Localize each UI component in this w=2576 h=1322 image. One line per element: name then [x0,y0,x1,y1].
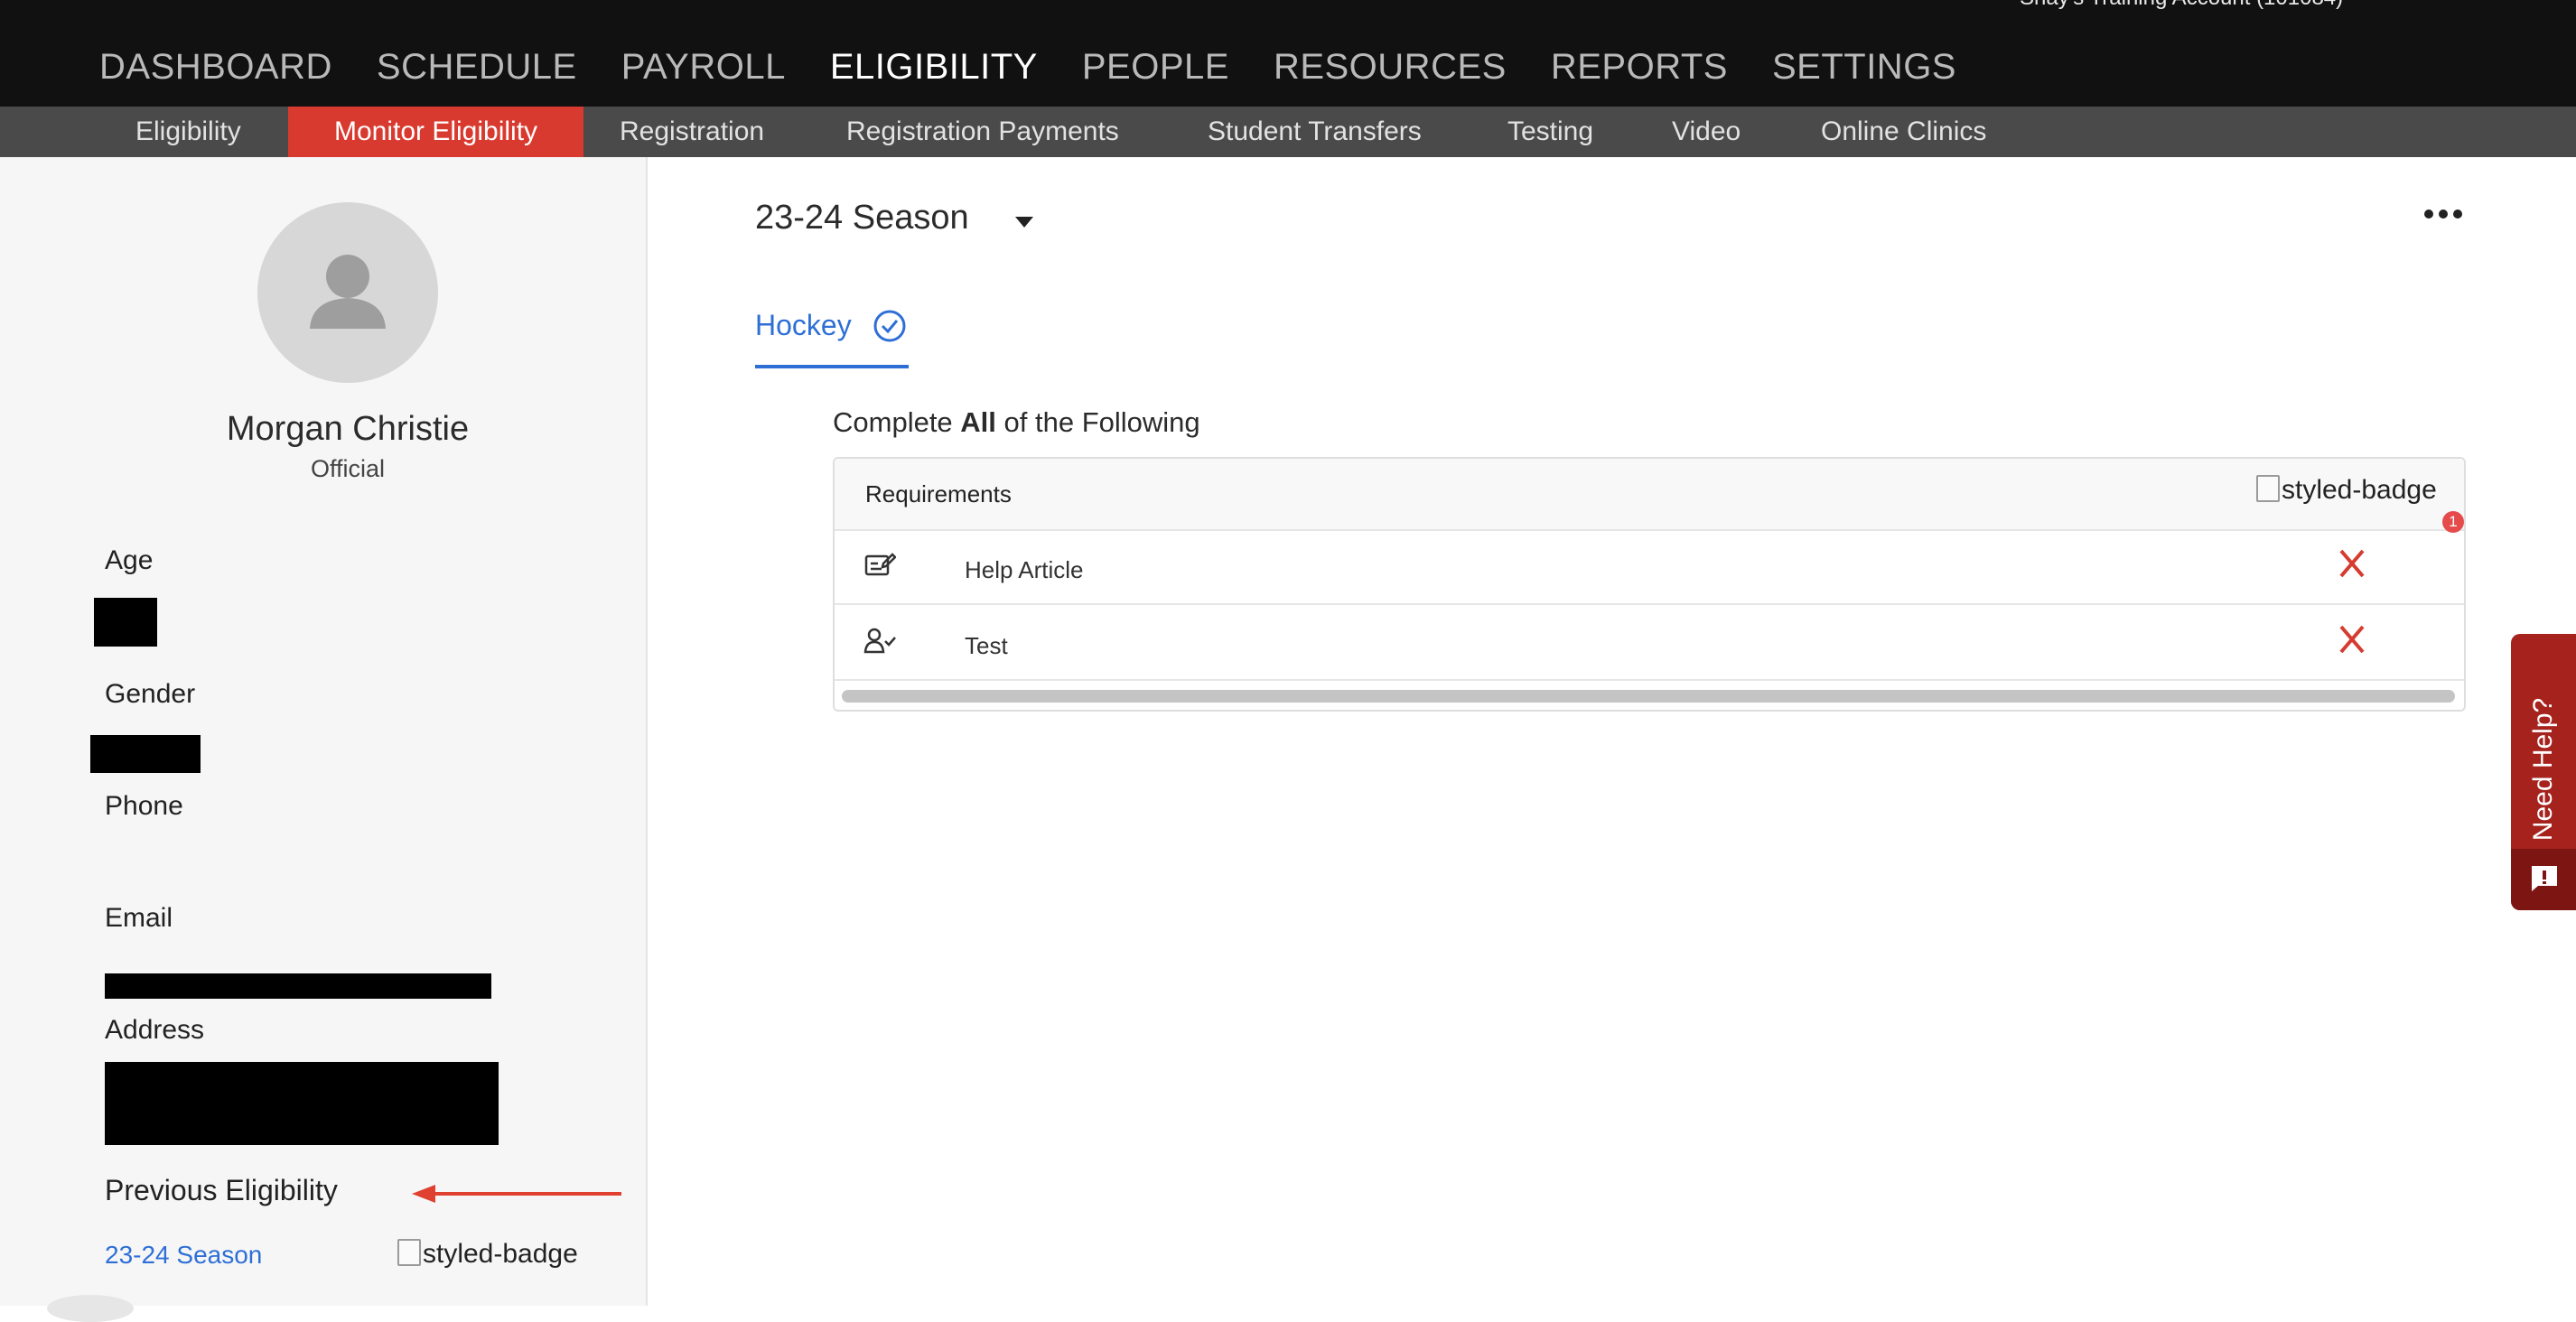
nav-settings[interactable]: SETTINGS [1772,47,1956,88]
table-row[interactable]: Help Article [835,529,2464,605]
subnav-student-transfers[interactable]: Student Transfers [1208,107,1422,157]
user-silhouette-icon [310,255,386,329]
subnav-monitor-eligibility[interactable]: Monitor Eligibility [288,107,583,157]
floating-launcher[interactable] [47,1295,134,1322]
broken-image-icon [397,1239,421,1266]
subnav-registration[interactable]: Registration [620,107,764,157]
main-nav: DASHBOARD SCHEDULE PAYROLL ELIGIBILITY P… [99,47,2001,88]
nav-schedule[interactable]: SCHEDULE [377,47,577,88]
check-circle-icon [873,310,906,342]
email-label: Email [105,903,173,933]
requirement-label: Help Article [965,556,1084,583]
person-name: Morgan Christie [226,410,470,448]
nav-reports[interactable]: REPORTS [1551,47,1728,88]
phone-label: Phone [105,791,183,821]
address-label: Address [105,1015,205,1045]
sub-nav: Eligibility Monitor Eligibility Registra… [0,107,2576,157]
requirement-label: Test [965,632,1008,659]
incomplete-x-icon [2339,625,2365,654]
previous-season-link[interactable]: 23-24 Season [105,1241,262,1270]
nav-eligibility[interactable]: ELIGIBILITY [830,47,1038,88]
gender-label: Gender [105,679,196,709]
avatar [257,202,438,383]
caret-down-icon[interactable] [1015,217,1033,228]
help-icon-box[interactable] [2511,849,2576,910]
email-value-redacted [105,973,491,999]
top-bar: Shay's Training Account (101084) DASHBOA… [0,0,2576,107]
header-status-badge: styled-badge [2256,475,2437,506]
need-help-label: Need Help? [2528,697,2558,842]
horizontal-scrollbar[interactable] [842,690,2455,703]
tab-hockey-label: Hockey [755,309,852,341]
subnav-eligibility[interactable]: Eligibility [135,107,241,157]
gender-value-redacted [90,735,201,773]
table-row[interactable]: Test [835,605,2464,681]
nav-resources[interactable]: RESOURCES [1274,47,1507,88]
previous-badge-alt: styled-badge [423,1239,578,1269]
incomplete-x-icon [2339,549,2365,578]
account-label[interactable]: Shay's Training Account (101084) [2020,0,2343,11]
header-badge-alt: styled-badge [2282,475,2437,505]
requirements-table: Requirements styled-badge 1 Help Article… [833,457,2466,712]
broken-image-icon [2256,475,2280,502]
complete-instruction: Complete All of the Following [833,406,1200,438]
need-help-button[interactable]: Need Help? [2511,634,2576,910]
address-value-redacted [105,1062,499,1145]
requirements-header-label: Requirements [865,480,1012,507]
nav-payroll[interactable]: PAYROLL [621,47,786,88]
edit-document-icon [864,553,896,576]
requirements-header: Requirements styled-badge 1 [835,459,2464,533]
subnav-testing[interactable]: Testing [1507,107,1593,157]
profile-sidebar: Morgan Christie Official Age Gender Phon… [0,157,648,1306]
nav-dashboard[interactable]: DASHBOARD [99,47,332,88]
feedback-icon [2532,866,2557,891]
subnav-online-clinics[interactable]: Online Clinics [1821,107,1986,157]
season-dropdown[interactable]: 23-24 Season [755,199,969,237]
user-check-icon [863,628,896,654]
previous-eligibility-label: Previous Eligibility [105,1174,338,1206]
age-label: Age [105,545,154,575]
subnav-video[interactable]: Video [1672,107,1741,157]
subnav-registration-payments[interactable]: Registration Payments [846,107,1119,157]
tab-hockey[interactable]: Hockey [755,298,909,368]
person-role: Official [310,455,386,482]
more-options-icon[interactable] [2424,206,2464,220]
nav-people[interactable]: PEOPLE [1082,47,1229,88]
arrow-annotation-icon [412,1185,621,1203]
previous-season-badge: styled-badge [397,1239,578,1270]
age-value-redacted [94,598,157,647]
